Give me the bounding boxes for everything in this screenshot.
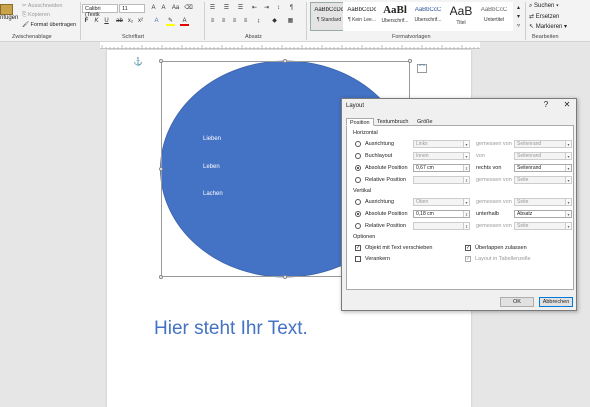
radio-v-relative-position[interactable] <box>355 223 361 229</box>
radio-h-alignment[interactable] <box>355 141 361 147</box>
v-relative-position-spinner[interactable]: ⇕ <box>413 222 470 230</box>
chevron-down-icon: ▾ <box>463 153 469 159</box>
h-absolute-position-rel-label: rechts von <box>476 165 502 171</box>
resize-handle[interactable] <box>159 275 163 279</box>
chevron-down-icon: ▾ <box>565 199 571 205</box>
horizontal-section-title: Horizontal <box>353 130 378 136</box>
radio-h-absolute-position[interactable] <box>355 165 361 171</box>
resize-handle[interactable] <box>283 59 287 63</box>
h-absolute-position-rel-select[interactable]: Seitenrand ▾ <box>514 164 572 172</box>
cancel-button[interactable]: Abbrechen <box>539 297 573 307</box>
spinner-icon: ⇕ <box>463 223 469 229</box>
h-book-layout-select[interactable]: Innen ▾ <box>413 152 470 160</box>
chevron-down-icon: ▾ <box>463 199 469 205</box>
chevron-down-icon: ▾ <box>565 153 571 159</box>
close-button[interactable]: ✕ <box>561 100 573 110</box>
chevron-down-icon: ▾ <box>565 211 571 217</box>
v-relative-position-rel-select[interactable]: Seite ▾ <box>514 222 572 230</box>
h-absolute-position-value: 0,67 cm <box>416 165 434 171</box>
v-alignment-rel-value: Seite <box>517 199 529 205</box>
layout-dialog: Layout ? ✕ Position Textumbruch Größe Ho… <box>341 98 577 311</box>
tab-position[interactable]: Position <box>346 118 374 126</box>
h-book-layout-rel-label: von <box>476 153 485 159</box>
v-relative-position-label: Relative Position <box>365 223 406 229</box>
h-relative-position-rel-value: Seite <box>517 177 529 183</box>
v-absolute-position-rel-label: unterhalb <box>476 211 499 217</box>
layout-in-table-cell-label: Layout in Tabellenzelle <box>475 256 531 262</box>
vertical-scrollbar[interactable] <box>580 49 590 407</box>
v-alignment-value: Oben <box>416 199 429 205</box>
h-book-layout-label: Buchlayout <box>365 153 393 159</box>
chevron-down-icon: ▾ <box>463 141 469 147</box>
move-with-text-label: Objekt mit Text verschieben <box>365 245 433 251</box>
v-absolute-position-spinner[interactable]: 0,18 cm ⇕ <box>413 210 470 218</box>
ellipse-text-line: Lachen <box>203 191 223 197</box>
v-absolute-position-rel-select[interactable]: Absatz ▾ <box>514 210 572 218</box>
h-relative-position-rel-label: gemessen von <box>476 177 512 183</box>
v-alignment-label: Ausrichtung <box>365 199 395 205</box>
radio-h-book-layout[interactable] <box>355 153 361 159</box>
h-alignment-select[interactable]: Links ▾ <box>413 140 470 148</box>
h-alignment-label: Ausrichtung <box>365 141 395 147</box>
spinner-icon: ⇕ <box>463 165 469 171</box>
checkbox-layout-in-table-cell[interactable]: ✓ <box>465 256 471 262</box>
checkbox-allow-overlap[interactable]: ✓ <box>465 245 471 251</box>
v-alignment-rel-select[interactable]: Seite ▾ <box>514 198 572 206</box>
help-button[interactable]: ? <box>540 100 552 110</box>
h-book-layout-value: Innen <box>416 153 429 159</box>
layout-options-icon[interactable]: ⌒ <box>417 64 427 73</box>
chevron-down-icon: ▾ <box>565 177 571 183</box>
ellipse-text-line: Leben <box>203 164 220 170</box>
radio-h-relative-position[interactable] <box>355 177 361 183</box>
h-relative-position-rel-select[interactable]: Seite ▾ <box>514 176 572 184</box>
lock-anchor-label: Verankern <box>365 256 391 262</box>
spinner-icon: ⇕ <box>463 177 469 183</box>
h-relative-position-label: Relative Position <box>365 177 406 183</box>
resize-handle[interactable] <box>283 275 287 279</box>
checkbox-lock-anchor[interactable] <box>355 256 361 262</box>
ellipse-text-line: Lieben <box>203 136 222 142</box>
resize-handle[interactable] <box>159 167 163 171</box>
h-alignment-rel-label: gemessen von <box>476 141 512 147</box>
v-absolute-position-rel-value: Absatz <box>517 211 533 217</box>
v-absolute-position-label: Absolute Position <box>365 211 408 217</box>
spinner-icon: ⇕ <box>463 211 469 217</box>
radio-v-absolute-position[interactable] <box>355 211 361 217</box>
vertical-section-title: Vertikal <box>353 188 372 194</box>
v-alignment-rel-label: gemessen von <box>476 199 512 205</box>
h-alignment-rel-select[interactable]: Seitenrand ▾ <box>514 140 572 148</box>
chevron-down-icon: ▾ <box>565 223 571 229</box>
v-relative-position-rel-value: Seite <box>517 223 529 229</box>
h-relative-position-spinner[interactable]: ⇕ <box>413 176 470 184</box>
body-text[interactable]: Hier steht Ihr Text. <box>154 318 308 340</box>
resize-handle[interactable] <box>408 59 412 63</box>
v-relative-position-rel-label: gemessen von <box>476 223 512 229</box>
dialog-title: Layout <box>346 103 365 109</box>
h-alignment-value: Links <box>416 141 428 147</box>
position-tab-panel: Horizontal Ausrichtung Links ▾ gemessen v… <box>346 125 574 290</box>
chevron-down-icon: ▾ <box>565 141 571 147</box>
checkbox-move-with-text[interactable]: ✓ <box>355 245 361 251</box>
h-book-layout-rel-select[interactable]: Seitenrand ▾ <box>514 152 572 160</box>
v-absolute-position-value: 0,18 cm <box>416 211 434 217</box>
chevron-down-icon: ▾ <box>565 165 571 171</box>
h-book-layout-rel-value: Seitenrand <box>517 153 542 159</box>
options-section-title: Optionen <box>353 234 376 240</box>
ok-button[interactable]: OK <box>500 297 534 307</box>
h-absolute-position-label: Absolute Position <box>365 165 408 171</box>
h-absolute-position-spinner[interactable]: 0,67 cm ⇕ <box>413 164 470 172</box>
radio-v-alignment[interactable] <box>355 199 361 205</box>
resize-handle[interactable] <box>159 59 163 63</box>
h-absolute-position-rel-value: Seitenrand <box>517 165 542 171</box>
v-alignment-select[interactable]: Oben ▾ <box>413 198 470 206</box>
h-alignment-rel-value: Seitenrand <box>517 141 542 147</box>
allow-overlap-label: Überlappen zulassen <box>475 245 527 251</box>
